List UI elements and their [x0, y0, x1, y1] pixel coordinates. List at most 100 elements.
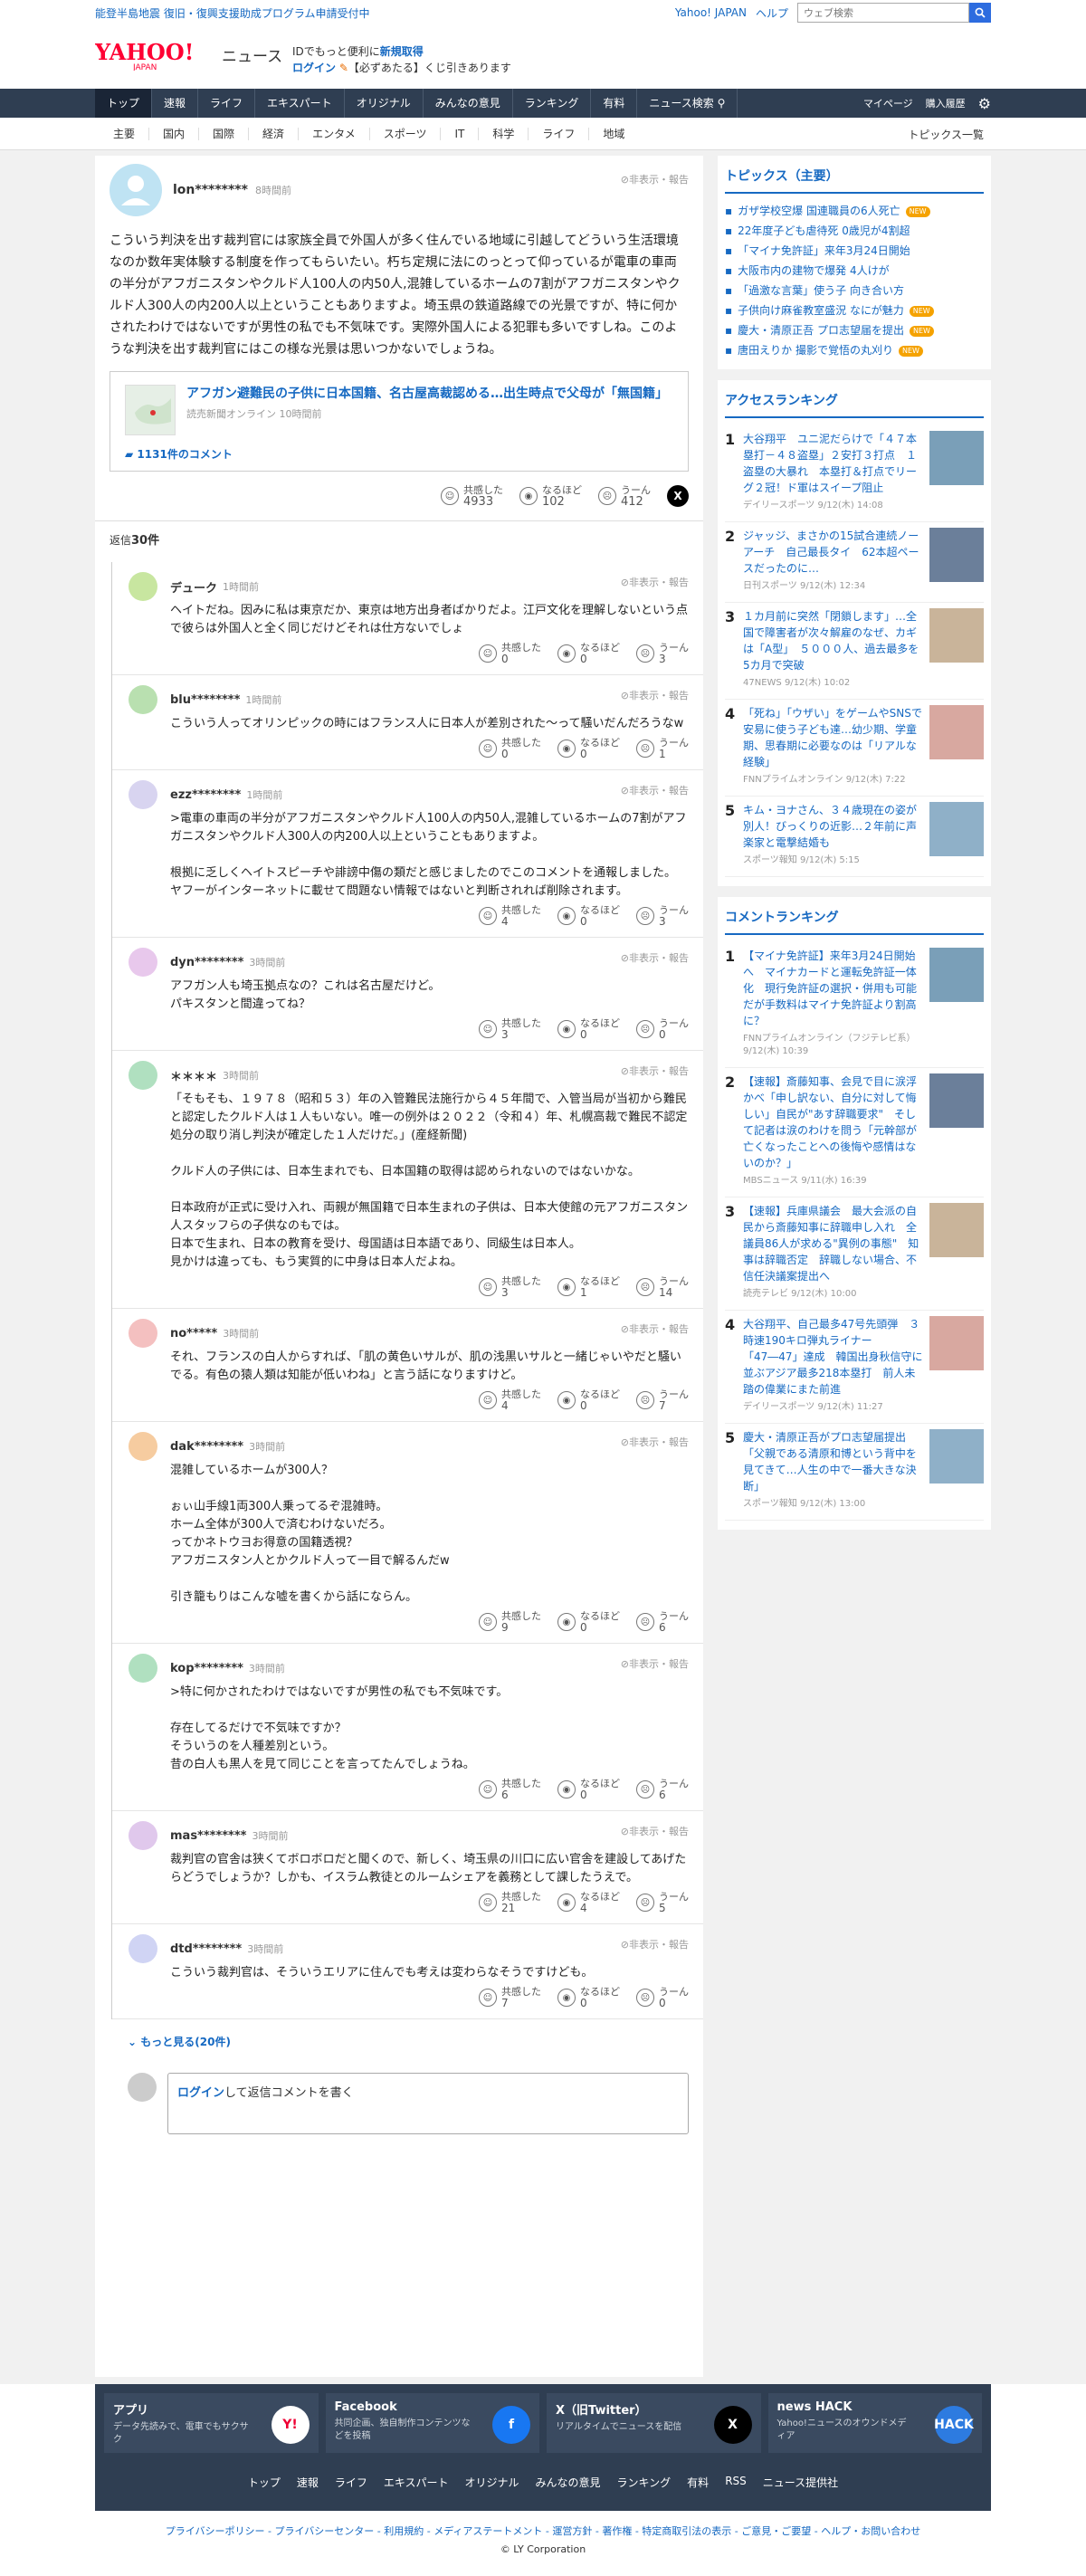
hide-report-link[interactable]: ⊘非表示・報告 — [621, 1321, 689, 1336]
hide-report-link[interactable]: ⊘非表示・報告 — [621, 1656, 689, 1671]
footer-nav-link[interactable]: 速報 — [297, 2475, 319, 2490]
cat-entertainment[interactable]: エンタメ — [299, 128, 370, 140]
footer-nav-link[interactable]: トップ — [248, 2475, 281, 2490]
cat-domestic[interactable]: 国内 — [149, 128, 200, 140]
convinced-button[interactable]: ◉ なるほど 0 — [557, 1986, 620, 2009]
hide-report-link[interactable]: ⊘非表示・報告 — [621, 172, 689, 186]
footer-nav-link[interactable]: ニュース提供社 — [763, 2475, 838, 2490]
footer-app-card[interactable]: アプリ データ先読みで、電車でもサクサク Y! — [104, 2393, 319, 2453]
footer-links[interactable]: プライバシーポリシー - プライバシーセンター - 利用規約 - メディアステー… — [95, 2524, 991, 2538]
comment-author[interactable]: lon******** — [173, 183, 248, 197]
search-input[interactable] — [797, 3, 969, 23]
doubt-button[interactable]: ☹ うーん 3 — [636, 642, 689, 665]
empathy-button[interactable]: ☺ 共感した 0 — [479, 737, 541, 760]
article-thumbnail[interactable] — [125, 385, 176, 435]
ranking-item[interactable]: 1 【マイナ免許証】来年3月24日開始へ マイナカードと運転免許証一体化 現行免許… — [725, 942, 984, 1068]
empathy-button[interactable]: ☺ 共感した 4 — [479, 1388, 541, 1412]
avatar[interactable] — [129, 572, 157, 601]
gear-icon[interactable]: ⚙ — [978, 95, 991, 112]
hide-report-link[interactable]: ⊘非表示・報告 — [621, 688, 689, 702]
nav-opinions[interactable]: みんなの意見 — [424, 89, 513, 118]
lottery-link[interactable]: 【必ずあたる】くじ引きあります — [348, 62, 511, 74]
login-link[interactable]: ログイン — [292, 62, 336, 74]
doubt-button[interactable]: ☹ うーん 14 — [636, 1275, 689, 1299]
nav-breaking[interactable]: 速報 — [152, 89, 199, 118]
reply-author[interactable]: dtd******** — [170, 1942, 242, 1956]
reply-author[interactable]: kop******** — [170, 1662, 243, 1675]
topics-list-link[interactable]: トピックス一覧 — [908, 127, 991, 142]
ranking-item[interactable]: 5 キム・ヨナさん、３４歳現在の姿が別人！びっくりの近影…２年前に声楽家と電撃結婚… — [725, 797, 984, 877]
footer-nav-link[interactable]: エキスパート — [384, 2475, 449, 2490]
topic-link[interactable]: 「マイナ免許証」来年3月24日開始 — [725, 241, 984, 261]
show-more-button[interactable]: ⌄ もっと見る(20件) — [95, 2019, 703, 2064]
footer-nav-link[interactable]: ランキング — [617, 2475, 672, 2490]
empathy-button[interactable]: ☺ 共感した 7 — [479, 1986, 541, 2009]
reply-author[interactable]: ezz******** — [170, 788, 241, 802]
nav-life[interactable]: ライフ — [198, 89, 256, 118]
search-button[interactable] — [969, 3, 991, 23]
convinced-button[interactable]: ◉ なるほど 0 — [557, 1388, 620, 1412]
nav-original[interactable]: オリジナル — [345, 89, 424, 118]
avatar[interactable] — [129, 1654, 157, 1683]
cat-economy[interactable]: 経済 — [249, 128, 300, 140]
convinced-button[interactable]: ◉ なるほど 0 — [557, 737, 620, 760]
nav-expert[interactable]: エキスパート — [255, 89, 345, 118]
footer-app-card[interactable]: Facebook 共同企画、独自制作コンテンツなどを投稿 f — [325, 2393, 539, 2453]
avatar[interactable] — [129, 685, 157, 714]
avatar[interactable] — [129, 948, 157, 977]
reply-author[interactable]: dyn******** — [170, 956, 243, 969]
empathy-button[interactable]: ☺ 共感した 3 — [479, 1017, 541, 1041]
convinced-button[interactable]: ◉ なるほど 0 — [557, 642, 620, 665]
doubt-button[interactable]: ☹ うーん 412 — [598, 484, 651, 508]
avatar[interactable] — [110, 164, 162, 216]
empathy-button[interactable]: ☺ 共感した 0 — [479, 642, 541, 665]
mypage-link[interactable]: マイページ — [863, 96, 913, 110]
doubt-button[interactable]: ☹ うーん 5 — [636, 1891, 689, 1914]
ranking-item[interactable]: 1 大谷翔平 ユニ泥だらけで「４７本塁打－４８盗塁」２安打３打点 １盗塁の大暴れ … — [725, 425, 984, 522]
article-title[interactable]: アフガン避難民の子供に日本国籍、名古屋高裁認める…出生時点で父母が「無国籍」 — [186, 385, 668, 403]
convinced-button[interactable]: ◉ なるほど 0 — [557, 1610, 620, 1634]
hide-report-link[interactable]: ⊘非表示・報告 — [621, 575, 689, 589]
hide-report-link[interactable]: ⊘非表示・報告 — [621, 1064, 689, 1078]
ranking-item[interactable]: 2 ジャッジ、まさかの15試合連続ノーアーチ 自己最長タイ 62本超ペースだったの… — [725, 522, 984, 603]
doubt-button[interactable]: ☹ うーん 1 — [636, 737, 689, 760]
hide-report-link[interactable]: ⊘非表示・報告 — [621, 1824, 689, 1838]
help-link[interactable]: ヘルプ — [756, 5, 788, 21]
cat-main[interactable]: 主要 — [95, 128, 150, 140]
footer-app-card[interactable]: X（旧Twitter） リアルタイムでニュースを配信 X — [547, 2393, 761, 2453]
reply-author[interactable]: blu******** — [170, 693, 240, 707]
cat-life[interactable]: ライフ — [529, 128, 590, 140]
reply-input[interactable]: ログインして返信コメントを書く — [167, 2073, 689, 2134]
nav-top[interactable]: トップ — [95, 89, 153, 118]
convinced-button[interactable]: ◉ なるほど 0 — [557, 1778, 620, 1801]
topic-link[interactable]: 子供向け麻雀教室盛況 なにが魅力 NEW — [725, 301, 984, 320]
empathy-button[interactable]: ☺ 共感した 4 — [479, 904, 541, 928]
doubt-button[interactable]: ☹ うーん 7 — [636, 1388, 689, 1412]
hide-report-link[interactable]: ⊘非表示・報告 — [621, 783, 689, 797]
avatar[interactable] — [129, 1432, 157, 1461]
reply-author[interactable]: dak******** — [170, 1440, 243, 1454]
doubt-button[interactable]: ☹ うーん 6 — [636, 1610, 689, 1634]
convinced-button[interactable]: ◉ なるほど 4 — [557, 1891, 620, 1914]
hide-report-link[interactable]: ⊘非表示・報告 — [621, 950, 689, 965]
doubt-button[interactable]: ☹ うーん 0 — [636, 1986, 689, 2009]
ranking-item[interactable]: 2 【速報】斎藤知事、会見で目に涙浮かべ「申し訳ない、自分に対して悔しい」自民が"… — [725, 1068, 984, 1197]
empathy-button[interactable]: ☺ 共感した 4933 — [441, 484, 503, 508]
reply-author[interactable]: デューク — [170, 578, 217, 596]
cat-science[interactable]: 科学 — [479, 128, 529, 140]
doubt-button[interactable]: ☹ うーん 3 — [636, 904, 689, 928]
avatar[interactable] — [129, 1319, 157, 1348]
reply-author[interactable]: no***** — [170, 1327, 217, 1340]
article-card[interactable]: アフガン避難民の子供に日本国籍、名古屋高裁認める…出生時点で父母が「無国籍」 読… — [110, 371, 689, 472]
doubt-button[interactable]: ☹ うーん 6 — [636, 1778, 689, 1801]
footer-nav-link[interactable]: ライフ — [335, 2475, 367, 2490]
convinced-button[interactable]: ◉ なるほど 102 — [519, 484, 582, 508]
topic-link[interactable]: ガザ学校空爆 国連職員の6人死亡 NEW — [725, 201, 984, 221]
topic-link[interactable]: 22年度子ども虐待死 0歳児が4割超 — [725, 221, 984, 241]
yahoo-japan-logo[interactable]: YAHOO!JAPAN — [95, 40, 204, 71]
footer-nav-link[interactable]: オリジナル — [465, 2475, 519, 2490]
avatar[interactable] — [129, 1821, 157, 1850]
nav-paid[interactable]: 有料 — [591, 89, 638, 118]
login-link[interactable]: ログイン — [177, 2086, 224, 2100]
ranking-item[interactable]: 3 【速報】兵庫県議会 最大会派の自民から斎藤知事に辞職申し入れ 全議員86人が求… — [725, 1197, 984, 1311]
